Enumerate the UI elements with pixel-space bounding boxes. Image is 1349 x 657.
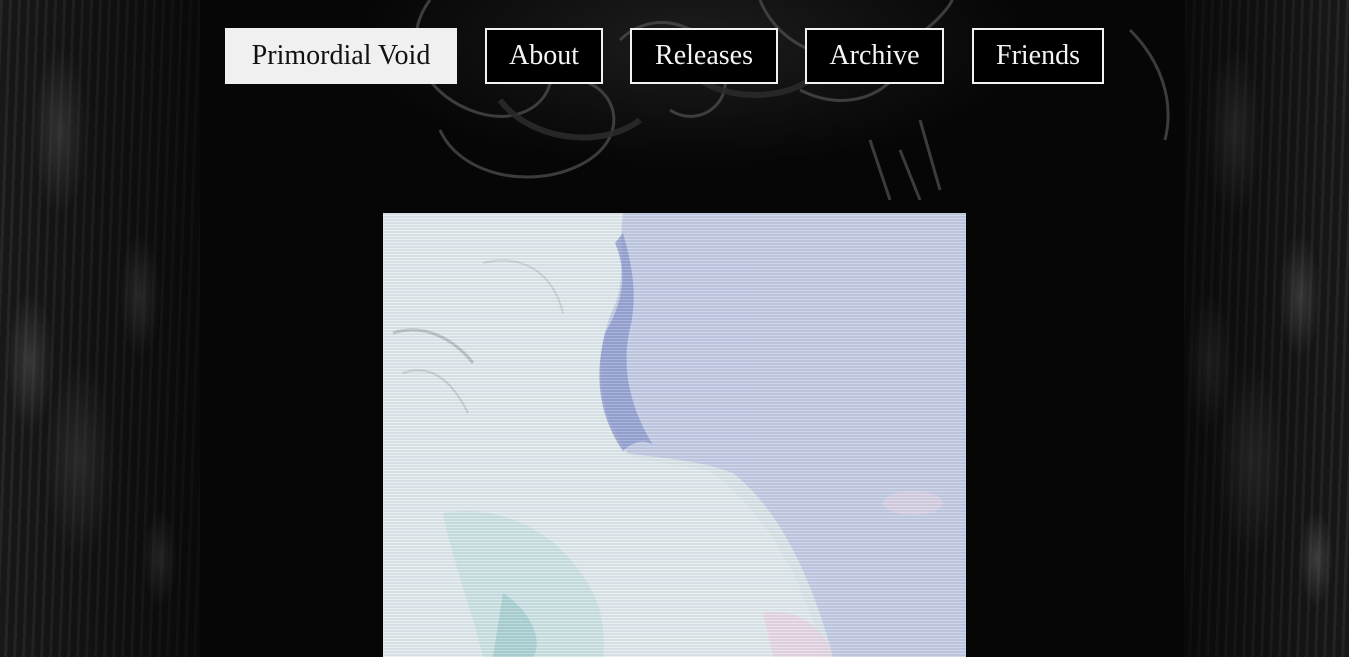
nav-about-button[interactable]: About (485, 28, 603, 84)
page: Primordial Void About Releases Archive F… (0, 0, 1349, 657)
hero-image (383, 213, 966, 657)
nav-home-button[interactable]: Primordial Void (225, 28, 457, 84)
nav-archive-button[interactable]: Archive (805, 28, 944, 84)
nav-friends-button[interactable]: Friends (972, 28, 1104, 84)
nav-releases-button[interactable]: Releases (630, 28, 778, 84)
scanline-overlay (383, 213, 966, 657)
right-texture-panel (1184, 0, 1349, 657)
left-texture-panel (0, 0, 200, 657)
